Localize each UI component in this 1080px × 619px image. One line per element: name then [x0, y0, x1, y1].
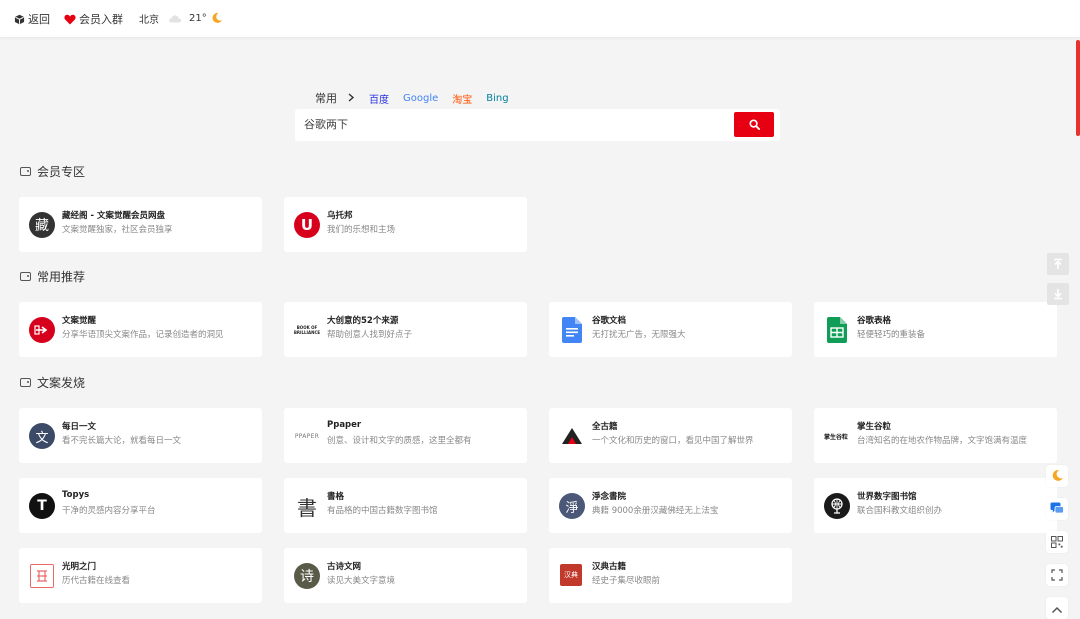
site-card-quanguji[interactable]: 全古籍 一个文化和历史的窗口，看见中国了解世界 — [549, 408, 792, 463]
site-card-jingnian[interactable]: 淨 淨念書院 典籍 9000余册汉藏佛经无上法宝 — [549, 478, 792, 533]
tag-icon — [20, 272, 31, 281]
go-bottom-icon — [1052, 285, 1064, 304]
search-input[interactable] — [302, 116, 726, 131]
scrollbar-thumb[interactable] — [1076, 40, 1080, 136]
chat-icon — [1050, 500, 1064, 519]
gushiwen-logo: 诗 — [294, 563, 320, 589]
temperature-label: 21° — [189, 13, 207, 24]
member-group-link[interactable]: 会员入群 — [64, 11, 123, 27]
cube-icon — [14, 14, 25, 25]
back-to-top-icon — [1052, 255, 1064, 274]
engine-tab-google[interactable]: Google — [403, 93, 438, 104]
scroll-up-button[interactable] — [1046, 597, 1068, 619]
search-engine-tabs: 常用 百度 Google 淘宝 Bing — [295, 88, 780, 108]
site-card-zhangshengguli[interactable]: 掌生谷粒 掌生谷粒 台湾知名的在地农作物品牌，文字饱满有温度 — [814, 408, 1057, 463]
site-card-utopia[interactable]: U 乌托邦 我们的乐想和主场 — [284, 197, 527, 252]
tag-icon — [20, 167, 31, 176]
site-card-guangmingzhimen[interactable]: 光明之门 历代古籍在线查看 — [19, 548, 262, 603]
chat-button[interactable] — [1046, 498, 1068, 520]
cangjingge-logo: 藏 — [29, 212, 55, 238]
ppaper-logo: PPAPER — [294, 432, 320, 440]
section-title-copywriting: 文案发烧 — [20, 374, 85, 391]
city-label: 北京 — [139, 15, 159, 26]
dark-mode-toggle[interactable] — [211, 12, 223, 24]
wenanjuexing-logo — [29, 317, 55, 343]
topys-logo: T — [29, 493, 55, 519]
weather-widget[interactable]: 北京 21° — [139, 11, 207, 26]
utopia-logo: U — [294, 212, 320, 238]
zhangshengguli-logo: 掌生谷粒 — [823, 433, 848, 441]
search-icon — [748, 115, 760, 134]
back-link[interactable]: 返回 — [14, 11, 50, 27]
search-area: 常用 百度 Google 淘宝 Bing — [295, 88, 780, 141]
search-category[interactable]: 常用 — [315, 90, 337, 106]
engine-tab-bing[interactable]: Bing — [486, 93, 508, 104]
meiriyiwen-logo: 文 — [29, 423, 55, 449]
section-title-member: 会员专区 — [20, 163, 85, 180]
search-button[interactable] — [734, 112, 774, 137]
dark-mode-button[interactable] — [1046, 465, 1068, 487]
fullscreen-icon — [1051, 566, 1063, 585]
site-card-meiriyiwen[interactable]: 文 每日一文 看不完长篇大论，就看每日一文 — [19, 408, 262, 463]
site-card-google-docs[interactable]: 谷歌文档 无打扰无广告，无限强大 — [549, 302, 792, 357]
google-docs-icon — [559, 317, 585, 343]
book-of-brilliance-logo: BOOK OF BRILLIANCE — [294, 325, 320, 335]
qrcode-icon — [1051, 533, 1063, 552]
tag-icon — [20, 378, 31, 387]
google-sheets-icon — [824, 317, 850, 343]
search-box — [295, 109, 780, 141]
chevron-up-icon — [1051, 599, 1063, 618]
engine-tab-baidu[interactable]: 百度 — [369, 91, 389, 106]
jingnian-logo: 淨 — [559, 493, 585, 519]
site-card-google-sheets[interactable]: 谷歌表格 轻便轻巧的重装备 — [814, 302, 1057, 357]
site-card-world-digital-library[interactable]: 世界数字图书馆 联合国科教文组织创办 — [814, 478, 1057, 533]
site-card-shuge[interactable]: 書 書格 有品格的中国古籍数字图书馆 — [284, 478, 527, 533]
back-label: 返回 — [28, 13, 50, 26]
site-card-ppaper[interactable]: PPAPER Ppaper 创意、设计和文字的质感，这里全都有 — [284, 408, 527, 463]
cloud-icon — [168, 14, 182, 23]
site-card-gushiwen[interactable]: 诗 古诗文网 读见大美文字意境 — [284, 548, 527, 603]
heart-icon — [64, 14, 76, 25]
engine-tab-taobao[interactable]: 淘宝 — [452, 91, 472, 106]
quanguji-logo — [559, 423, 585, 449]
section-title-common: 常用推荐 — [20, 268, 85, 285]
wdl-logo — [824, 493, 850, 519]
site-card-wenanjuexing[interactable]: 文案觉醒 分享华语顶尖文案作品，记录创造者的洞见 — [19, 302, 262, 357]
handian-logo: 汉典 — [560, 564, 582, 586]
shuge-logo: 書 — [297, 495, 317, 520]
fullscreen-button[interactable] — [1046, 564, 1068, 586]
qrcode-button[interactable] — [1046, 531, 1068, 553]
site-card-brilliance[interactable]: BOOK OF BRILLIANCE 大创意的52个来源 帮助创意人找到好点子 — [284, 302, 527, 357]
member-label: 会员入群 — [79, 13, 123, 26]
go-bottom-button[interactable] — [1047, 283, 1069, 305]
site-card-handian[interactable]: 汉典 汉典古籍 经史子集尽收眼前 — [549, 548, 792, 603]
back-to-top-button[interactable] — [1047, 253, 1069, 275]
moon-icon — [211, 12, 223, 24]
moon-icon — [1051, 467, 1064, 486]
site-card-topys[interactable]: T Topys 干净的灵感内容分享平台 — [19, 478, 262, 533]
chevron-right-icon — [347, 92, 355, 105]
site-card-cangjingge[interactable]: 藏 藏经阁 - 文案觉醒会员网盘 文案觉醒独家，社区会员独享 — [19, 197, 262, 252]
guangmingzhimen-logo — [30, 564, 54, 588]
top-bar: 返回 会员入群 北京 21° — [0, 0, 1080, 37]
